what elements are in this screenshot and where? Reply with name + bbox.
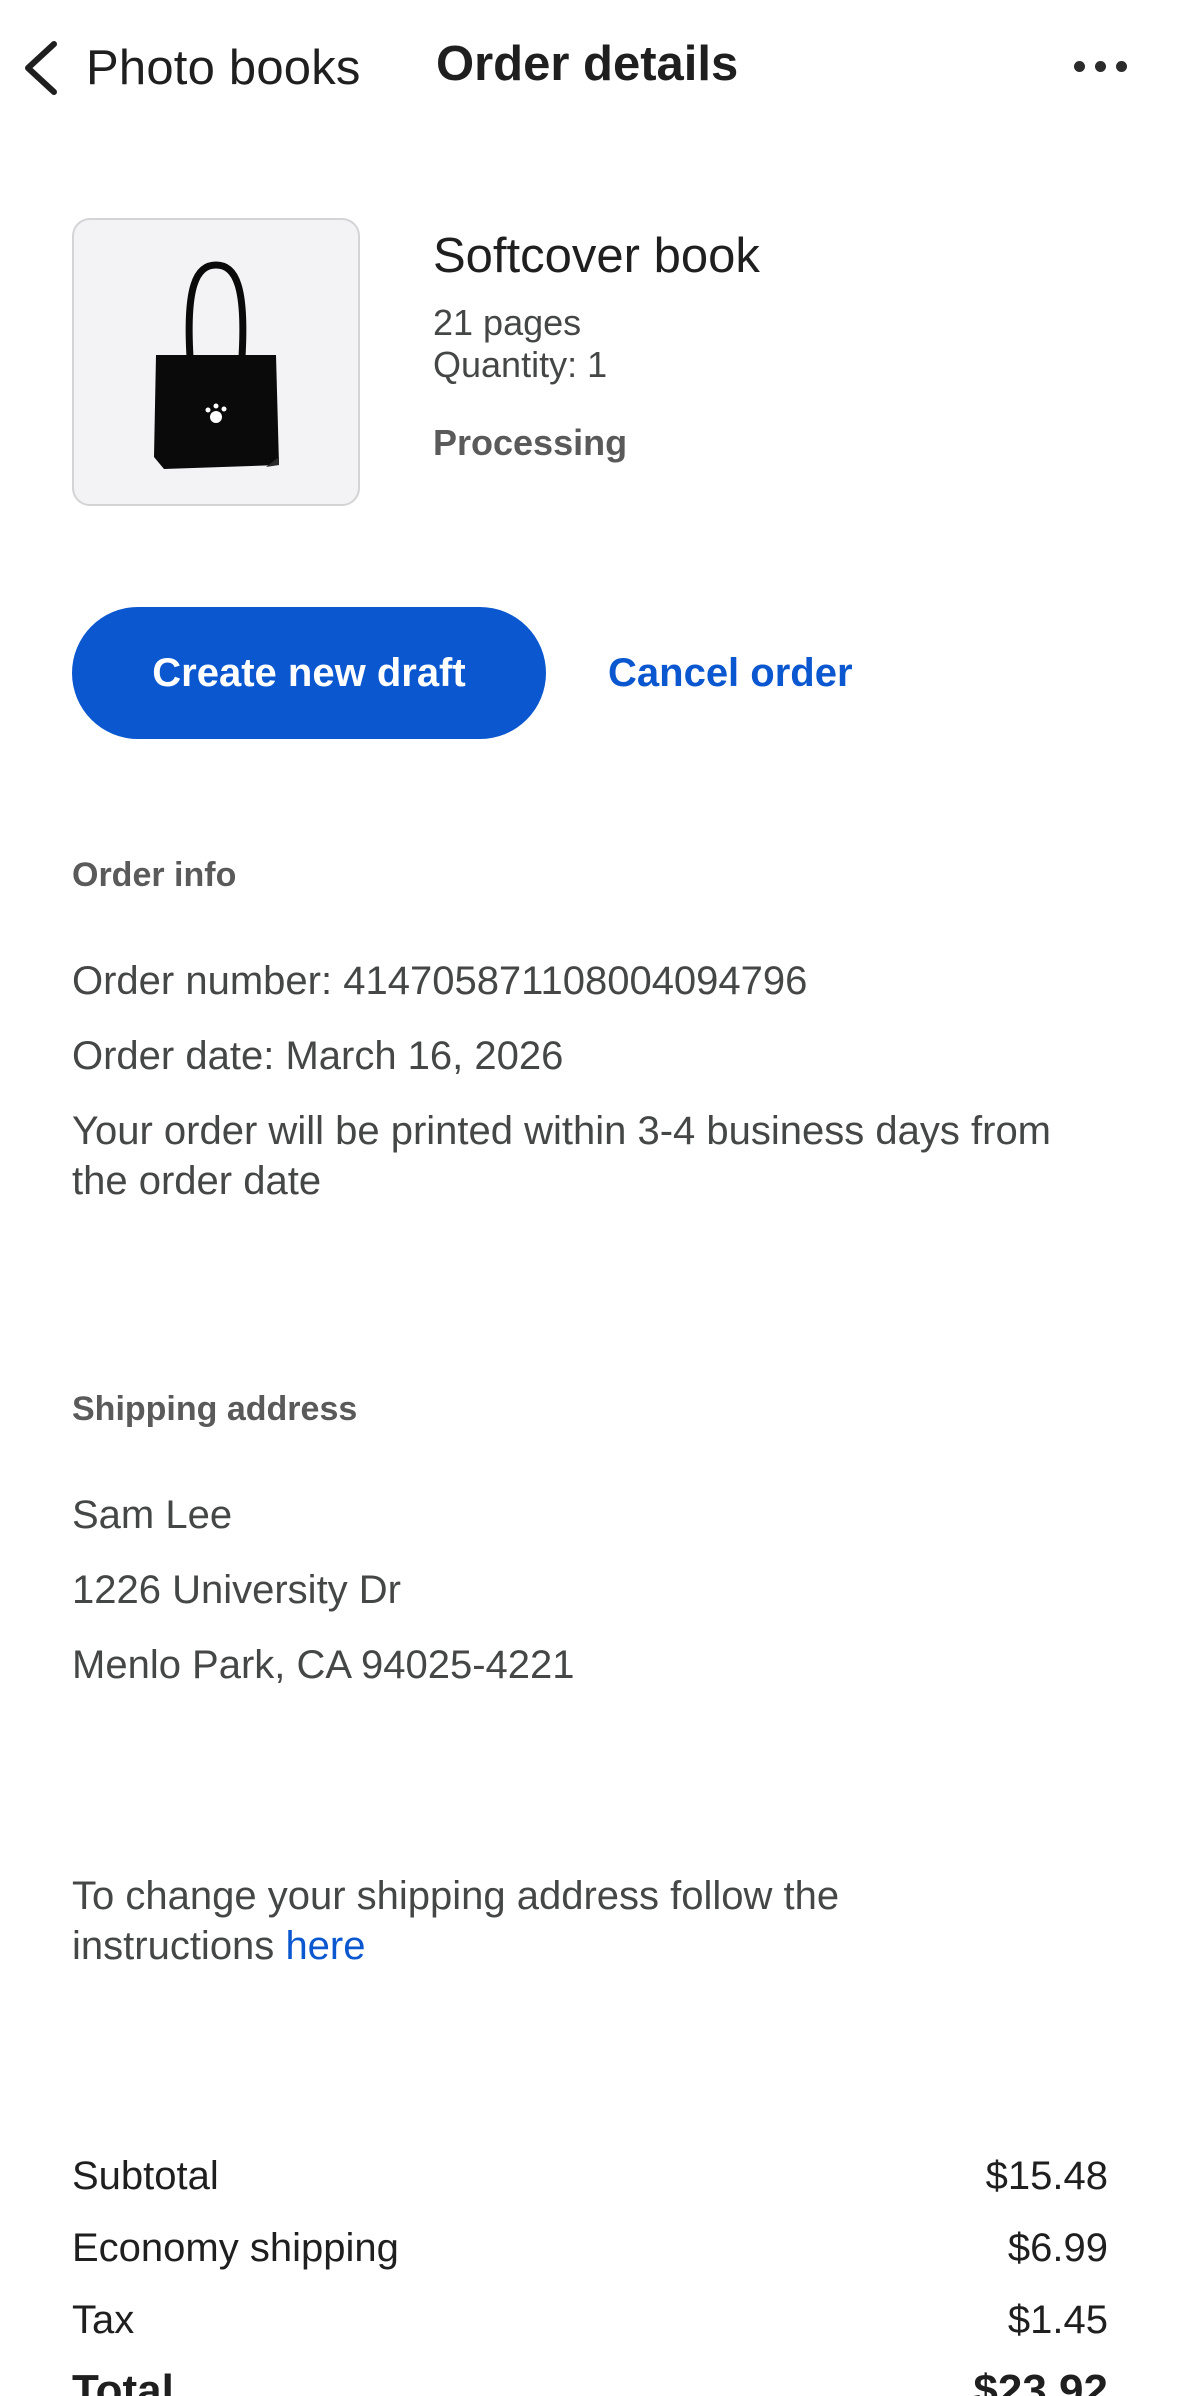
order-details-screen: Photo books Order details Softcover book… bbox=[0, 0, 1180, 2396]
shipping-cost-row: Economy shipping $6.99 bbox=[72, 2226, 1108, 2271]
back-label: Photo books bbox=[86, 41, 361, 95]
print-timeline-note: Your order will be printed within 3-4 bu… bbox=[72, 1109, 1052, 1203]
tote-bag-image bbox=[154, 261, 279, 469]
tax-row: Tax $1.45 bbox=[72, 2298, 1108, 2343]
chevron-left-icon bbox=[25, 41, 57, 95]
subtotal-value: $15.48 bbox=[985, 2154, 1108, 2198]
shipping-cost-value: $6.99 bbox=[1007, 2226, 1108, 2270]
change-address-link[interactable]: here bbox=[285, 1924, 365, 1968]
total-value: $23.92 bbox=[973, 2366, 1108, 2396]
shipping-cost-label: Economy shipping bbox=[72, 2226, 399, 2270]
product-thumbnail[interactable] bbox=[72, 218, 360, 506]
product-pages: 21 pages bbox=[433, 302, 582, 343]
tax-label: Tax bbox=[72, 2298, 135, 2342]
recipient-name: Sam Lee bbox=[72, 1493, 233, 1537]
product-quantity: Quantity: 1 bbox=[433, 344, 608, 385]
more-dot bbox=[1094, 60, 1106, 72]
page-title: Order details bbox=[436, 37, 739, 91]
order-status: Processing bbox=[433, 422, 628, 463]
tax-value: $1.45 bbox=[1007, 2298, 1108, 2342]
order-number: Order number: 4147058711080040947​96 bbox=[72, 959, 808, 1003]
change-address-note: To change your shipping address follow t… bbox=[72, 1871, 972, 1971]
product-name: Softcover book bbox=[433, 229, 760, 283]
subtotal-row: Subtotal $15.48 bbox=[72, 2154, 1108, 2199]
subtotal-label: Subtotal bbox=[72, 2154, 219, 2198]
top-app-bar: Photo books Order details bbox=[0, 0, 1180, 140]
order-info-heading: Order info bbox=[72, 856, 237, 894]
shipping-address-heading: Shipping address bbox=[72, 1390, 358, 1428]
street-address: 1226 University Dr bbox=[72, 1568, 402, 1612]
total-row: Total $23.92 bbox=[72, 2366, 1108, 2396]
more-dot bbox=[1115, 60, 1127, 72]
create-new-draft-button[interactable]: Create new draft bbox=[72, 607, 546, 739]
total-label: Total bbox=[72, 2366, 174, 2396]
more-options-button[interactable] bbox=[1058, 44, 1142, 88]
order-date: Order date: March 16, 2026 bbox=[72, 1034, 564, 1078]
city-state-zip: Menlo Park, CA 94025-4221 bbox=[72, 1643, 575, 1687]
cancel-order-button[interactable]: Cancel order bbox=[608, 640, 853, 706]
change-address-text: To change your shipping address follow t… bbox=[72, 1874, 840, 1968]
more-horizontal-icon bbox=[1073, 60, 1085, 72]
back-button[interactable]: Photo books bbox=[18, 28, 361, 108]
